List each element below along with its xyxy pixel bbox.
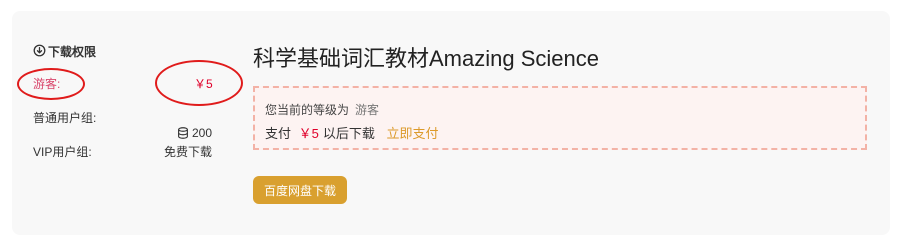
normal-user-price: 200: [176, 126, 212, 140]
main-panel: 科学基础词汇教材Amazing Science 您当前的等级为 游客 支付 ￥5 以…: [253, 11, 890, 235]
user-level-prefix: 您当前的等级为: [265, 103, 350, 117]
coins-icon: [176, 126, 190, 140]
permission-row-vip: VIP用户组: 免费下载: [33, 143, 212, 160]
user-level-line: 您当前的等级为 游客: [265, 101, 379, 118]
permissions-title: 下载权限: [33, 43, 96, 60]
payment-prefix: 支付: [265, 126, 292, 141]
normal-user-label: 普通用户组:: [33, 111, 97, 125]
vip-user-label: VIP用户组:: [33, 145, 92, 159]
payment-suffix: 以后下载: [322, 126, 375, 141]
payment-notice: 您当前的等级为 游客 支付 ￥5 以后下载 立即支付: [253, 86, 867, 150]
baidu-download-button[interactable]: 百度网盘下载: [253, 176, 347, 204]
annotation-circle-guest-label: [17, 68, 85, 100]
download-card: 下载权限 游客: ￥5 普通用户组: 200 VIP用户组: 免费下载 科学基础…: [12, 11, 890, 235]
payment-price: ￥5: [298, 126, 319, 141]
payment-line: 支付 ￥5 以后下载 立即支付: [265, 123, 439, 142]
normal-user-price-value: 200: [192, 126, 213, 140]
annotation-circle-guest-price: [155, 60, 243, 106]
pay-now-link[interactable]: 立即支付: [387, 126, 439, 141]
permissions-panel: 下载权限 游客: ￥5 普通用户组: 200 VIP用户组: 免费下载: [12, 11, 243, 235]
user-level-name: 游客: [355, 103, 380, 117]
page-title: 科学基础词汇教材Amazing Science: [253, 46, 599, 71]
download-circle-icon: [33, 44, 46, 60]
vip-user-price: 免费下载: [164, 145, 213, 159]
permissions-title-text: 下载权限: [48, 45, 97, 59]
permission-row-normal: 普通用户组: 200: [33, 109, 212, 140]
